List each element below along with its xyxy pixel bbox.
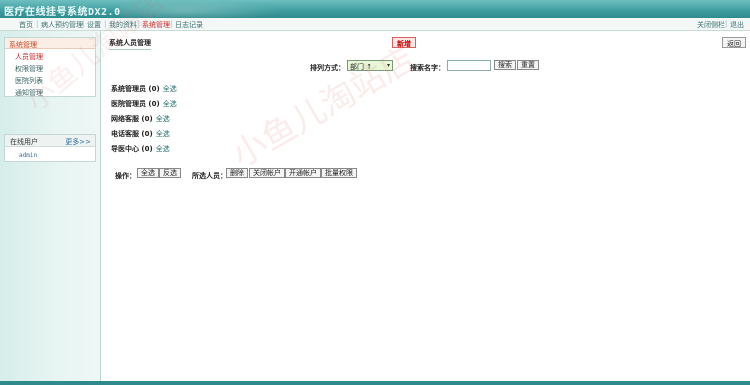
- batch-permission-button[interactable]: 批量权限: [321, 168, 357, 178]
- group-label: 电话客服 (0): [111, 130, 153, 138]
- sidebar: 系统管理 人员管理 权限管理 医院列表 通知管理 在线用户 更多>> admin: [0, 31, 101, 385]
- online-users-head: 在线用户 更多>>: [5, 135, 95, 147]
- app-title: 医疗在线挂号系统DX2.0: [4, 7, 121, 18]
- nav-home[interactable]: 首页: [19, 20, 33, 30]
- bottom-bar: [0, 381, 750, 385]
- nav-profile[interactable]: 我的资料: [109, 20, 137, 30]
- sort-select-value: 部门 ↑: [350, 63, 373, 71]
- back-button[interactable]: 返回: [722, 37, 746, 48]
- sidebar-item-notices[interactable]: 通知管理: [15, 88, 43, 98]
- close-account-button[interactable]: 关闭帐户: [249, 168, 285, 178]
- nav-close-sidebar[interactable]: 关闭侧栏: [697, 20, 725, 30]
- search-button[interactable]: 搜索: [494, 60, 516, 70]
- nav-separator: |: [725, 20, 728, 28]
- nav-separator: |: [137, 20, 140, 28]
- nav-settings[interactable]: 设置: [87, 20, 101, 30]
- nav-system[interactable]: 系统管理: [142, 20, 170, 30]
- main-content: 系统人员管理 新增 返回 排列方式： 部门 ↑ ▾ 搜索名字： 搜索 重置 系统…: [102, 31, 750, 385]
- group-hospital-admin: 医院管理员 (0) 全选: [111, 99, 177, 109]
- nav-appointment[interactable]: 病人预约管理: [41, 20, 83, 30]
- sidebar-item-hospitals[interactable]: 医院列表: [15, 76, 43, 86]
- app-header: 医疗在线挂号系统DX2.0: [0, 0, 750, 18]
- open-account-button[interactable]: 开通帐户: [285, 168, 321, 178]
- sidebar-item-staff[interactable]: 人员管理: [15, 52, 43, 62]
- select-all-button[interactable]: 全选: [137, 168, 159, 178]
- delete-button[interactable]: 删除: [226, 168, 248, 178]
- group-label: 网络客服 (0): [111, 115, 153, 123]
- nav-separator: |: [170, 20, 173, 28]
- nav-separator: |: [36, 20, 39, 28]
- reset-button[interactable]: 重置: [517, 60, 539, 70]
- group-guide-center: 导医中心 (0) 全选: [111, 144, 170, 154]
- sort-select[interactable]: 部门 ↑ ▾: [347, 60, 393, 71]
- invert-selection-button[interactable]: 反选: [159, 168, 181, 178]
- group-select-all-link[interactable]: 全选: [156, 145, 170, 153]
- header-decoration: [120, 0, 280, 18]
- group-select-all-link[interactable]: 全选: [156, 130, 170, 138]
- group-system-admin: 系统管理员 (0) 全选: [111, 84, 177, 94]
- nav-separator: |: [82, 20, 85, 28]
- nav-separator: |: [104, 20, 107, 28]
- group-label: 医院管理员 (0): [111, 100, 160, 108]
- group-select-all-link[interactable]: 全选: [163, 85, 177, 93]
- nav-log[interactable]: 日志记录: [175, 20, 203, 30]
- sidebar-menu-head[interactable]: 系统管理: [5, 38, 95, 49]
- online-users-title: 在线用户: [10, 138, 38, 146]
- top-nav: 首页 | 病人预约管理 | 设置 | 我的资料 | 系统管理 | 日志记录 关闭…: [0, 18, 750, 31]
- ops-label: 操作：: [115, 172, 136, 180]
- online-users-more-link[interactable]: 更多>>: [65, 137, 91, 147]
- nav-logout[interactable]: 退出: [730, 20, 744, 30]
- group-label: 系统管理员 (0): [111, 85, 160, 93]
- group-select-all-link[interactable]: 全选: [156, 115, 170, 123]
- search-input[interactable]: [447, 60, 491, 71]
- sort-label: 排列方式：: [310, 64, 345, 72]
- group-phone-service: 电话客服 (0) 全选: [111, 129, 170, 139]
- search-label: 搜索名字：: [410, 64, 445, 72]
- group-online-service: 网络客服 (0) 全选: [111, 114, 170, 124]
- selected-staff-label: 所选人员：: [192, 172, 227, 180]
- online-user-item[interactable]: admin: [19, 152, 37, 159]
- page-title: 系统人员管理: [109, 38, 151, 50]
- group-label: 导医中心 (0): [111, 145, 153, 153]
- online-users-panel: 在线用户 更多>> admin: [4, 134, 96, 162]
- group-select-all-link[interactable]: 全选: [163, 100, 177, 108]
- sidebar-item-permission[interactable]: 权限管理: [15, 64, 43, 74]
- add-button[interactable]: 新增: [392, 37, 416, 48]
- sidebar-menu: 系统管理 人员管理 权限管理 医院列表 通知管理: [4, 37, 96, 97]
- chevron-down-icon: ▾: [386, 62, 390, 69]
